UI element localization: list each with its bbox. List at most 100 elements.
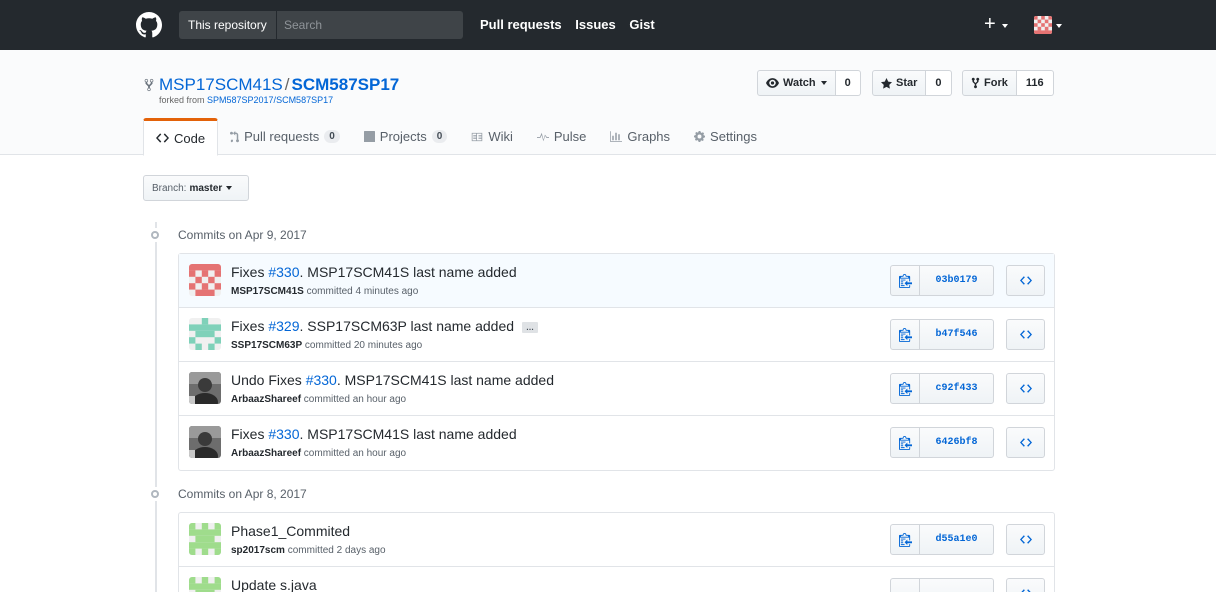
tab-settings[interactable]: Settings (682, 118, 769, 155)
github-logo-icon[interactable] (136, 12, 162, 38)
chevron-down-icon[interactable] (1056, 24, 1062, 28)
create-new-button[interactable]: + (984, 14, 996, 34)
commit-group: Fixes #330. MSP17SCM41S last name added … (178, 253, 1055, 471)
commit-sha-link[interactable]: b47f546 (919, 319, 994, 350)
copy-sha-button[interactable] (890, 578, 920, 592)
repo-forked-icon (144, 78, 154, 92)
fork-count[interactable]: 116 (1016, 70, 1054, 96)
commit-meta: ArbaazShareef committed an hour ago (231, 394, 406, 405)
issue-link[interactable]: #329 (268, 318, 299, 334)
commit-author-avatar[interactable] (189, 318, 221, 350)
repo-name-link[interactable]: SCM587SP17 (292, 75, 400, 94)
commit-message[interactable]: Update s.java (231, 577, 317, 592)
commit-sha-link[interactable]: 6426bf8 (919, 427, 994, 458)
tab-wiki[interactable]: Wiki (459, 118, 525, 155)
tab-label: Projects (379, 129, 427, 144)
commit-time: committed an hour ago (301, 448, 407, 459)
commit-message-suffix: . SSP17SCM63P last name added (299, 318, 515, 334)
tab-label: Code (174, 130, 206, 146)
browse-repo-at-commit-button[interactable] (1006, 319, 1045, 350)
star-count[interactable]: 0 (926, 70, 952, 96)
commit-row: Undo Fixes #330. MSP17SCM41S last name a… (179, 362, 1054, 416)
branch-name: master (189, 182, 223, 194)
commit-row: Fixes #329. SSP17SCM63P last name added …… (179, 308, 1054, 362)
commit-message[interactable]: Fixes #329. SSP17SCM63P last name added… (231, 318, 539, 334)
commit-message[interactable]: Fixes #330. MSP17SCM41S last name added (231, 426, 517, 442)
git-commit-icon (148, 487, 162, 501)
commit-author-avatar[interactable] (189, 426, 221, 458)
forked-from-link[interactable]: SPM587SP2017/SCM587SP17 (207, 95, 333, 105)
issue-link[interactable]: #330 (306, 372, 337, 388)
identicon-teal-icon (189, 318, 221, 350)
identicon-red-icon (1034, 16, 1052, 34)
tab-projects[interactable]: Projects 0 (352, 118, 460, 155)
watch-count[interactable]: 0 (835, 70, 861, 96)
code-icon (156, 133, 169, 143)
commit-author-avatar[interactable] (189, 372, 221, 404)
copy-sha-button[interactable] (890, 265, 920, 296)
branch-selector-button[interactable]: Branch: master (143, 175, 249, 201)
identicon-red-icon (189, 264, 221, 296)
tab-code[interactable]: Code (143, 118, 219, 156)
commit-message[interactable]: Phase1_Commited (231, 523, 350, 539)
repo-title: MSP17SCM41S / SCM587SP17 (159, 75, 399, 95)
clippy-icon (898, 328, 912, 342)
copy-sha-button[interactable] (890, 373, 920, 404)
counter-badge: 0 (324, 130, 340, 143)
commit-message[interactable]: Undo Fixes #330. MSP17SCM41S last name a… (231, 372, 554, 388)
commit-time: committed 4 minutes ago (303, 286, 419, 297)
repo-tabs: Code Pull requests 0 Projects 0 Wiki Pul… (143, 118, 769, 156)
commit-author-link[interactable]: ArbaazShareef (231, 394, 301, 405)
nav-issues[interactable]: Issues (575, 17, 615, 32)
nav-gist[interactable]: Gist (629, 17, 654, 32)
commit-message-prefix: Phase1_Commited (231, 523, 351, 539)
browse-repo-at-commit-button[interactable] (1006, 427, 1045, 458)
commit-message-prefix: Fixes (231, 264, 269, 280)
watch-button[interactable]: Watch (757, 70, 836, 96)
commit-author-link[interactable]: MSP17SCM41S (231, 286, 304, 297)
browse-repo-at-commit-button[interactable] (1006, 578, 1045, 592)
commit-row: Fixes #330. MSP17SCM41S last name added … (179, 416, 1054, 470)
tab-pull-requests[interactable]: Pull requests 0 (218, 118, 352, 155)
commit-author-avatar[interactable] (189, 264, 221, 296)
branch-prefix: Branch: (152, 182, 187, 194)
commit-sha-link[interactable]: d55a1e0 (919, 524, 994, 555)
commit-message[interactable]: Fixes #330. MSP17SCM41S last name added (231, 264, 517, 280)
user-avatar[interactable] (1034, 16, 1052, 34)
copy-sha-button[interactable] (890, 524, 920, 555)
tab-pulse[interactable]: Pulse (525, 118, 599, 155)
commit-author-avatar[interactable] (189, 523, 221, 555)
commit-author-link[interactable]: SSP17SCM63P (231, 340, 302, 351)
fork-button[interactable]: Fork (962, 70, 1017, 96)
code-icon (1019, 330, 1032, 339)
star-label: Star (896, 77, 918, 89)
commit-message-suffix: . MSP17SCM41S last name added (299, 426, 517, 442)
star-button[interactable]: Star (872, 70, 927, 96)
repo-title-separator: / (284, 75, 290, 94)
search-input[interactable] (280, 11, 460, 39)
identicon-green-icon (189, 523, 221, 555)
commit-day-label: Commits on Apr 8, 2017 (178, 487, 307, 501)
tab-graphs[interactable]: Graphs (598, 118, 682, 155)
copy-sha-button[interactable] (890, 319, 920, 350)
repo-owner-link[interactable]: MSP17SCM41S (159, 75, 283, 94)
commit-author-link[interactable]: sp2017scm (231, 545, 285, 556)
commit-sha-link[interactable]: c92f433 (919, 373, 994, 404)
commit-author-avatar[interactable] (189, 577, 221, 592)
copy-sha-button[interactable] (890, 427, 920, 458)
browse-repo-at-commit-button[interactable] (1006, 265, 1045, 296)
nav-pull-requests[interactable]: Pull requests (480, 17, 562, 32)
commit-author-link[interactable]: ArbaazShareef (231, 448, 301, 459)
browse-repo-at-commit-button[interactable] (1006, 524, 1045, 555)
expand-message-button[interactable]: … (522, 321, 539, 333)
issue-link[interactable]: #330 (268, 426, 299, 442)
star-icon (881, 77, 892, 89)
commit-sha-link[interactable]: 03b0179 (919, 265, 994, 296)
commit-meta: SSP17SCM63P committed 20 minutes ago (231, 340, 422, 351)
issue-link[interactable]: #330 (268, 264, 299, 280)
search-scope-label[interactable]: This repository (179, 11, 277, 39)
repo-header: MSP17SCM41S / SCM587SP17 forked from SPM58… (0, 50, 1216, 156)
browse-repo-at-commit-button[interactable] (1006, 373, 1045, 404)
chevron-down-icon[interactable] (1002, 24, 1008, 28)
commit-sha-link[interactable] (919, 578, 994, 592)
